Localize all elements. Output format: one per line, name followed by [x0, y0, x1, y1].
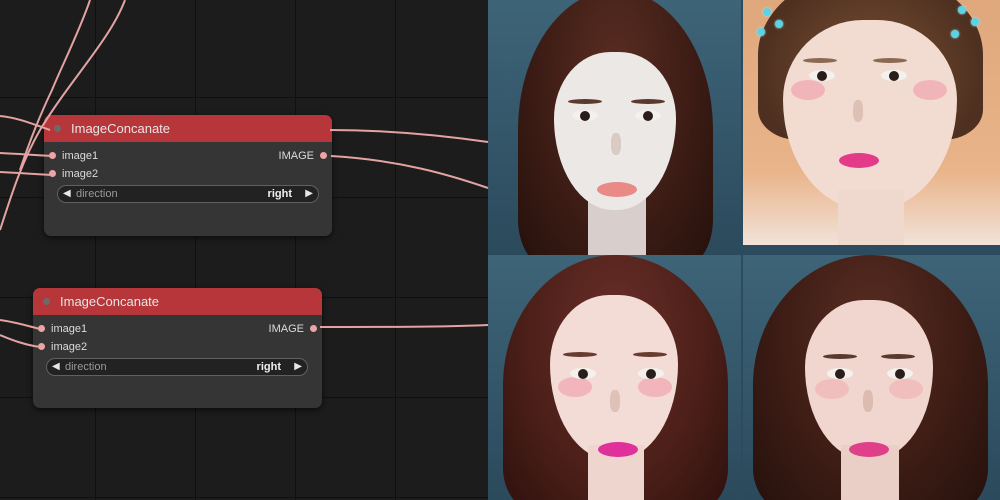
preview-photo-2 [743, 0, 1000, 245]
photo-brow [568, 99, 602, 104]
photo-brow [881, 354, 915, 359]
flower-decoration [951, 30, 959, 38]
photo-blush [558, 377, 592, 397]
photo-nose [863, 390, 873, 412]
input-label: image1 [62, 150, 99, 162]
node-header[interactable]: ImageConcanate [33, 288, 322, 315]
left-arrow-icon[interactable]: ◀ [63, 188, 71, 199]
input-label: image2 [51, 341, 88, 353]
left-arrow-icon[interactable]: ◀ [52, 361, 60, 372]
image-preview [488, 0, 1000, 500]
photo-blush [889, 379, 923, 399]
input-slot-image1[interactable]: image1 [47, 149, 98, 163]
preview-photo-3 [488, 255, 741, 500]
photo-eye [809, 70, 835, 81]
node-header[interactable]: ImageConcanate [44, 115, 332, 142]
photo-nose [610, 390, 620, 412]
photo-blush [791, 80, 825, 100]
right-arrow-icon[interactable]: ▶ [294, 361, 302, 372]
flower-decoration [757, 28, 765, 36]
image-concatenate-node-1[interactable]: ImageConcanate image1 image2 IMAGE ◀ dir… [44, 115, 332, 236]
input-label: image1 [51, 323, 88, 335]
input-label: image2 [62, 168, 99, 180]
node-graph-canvas[interactable]: ImageConcanate image1 image2 IMAGE ◀ dir… [0, 0, 488, 500]
node-title: ImageConcanate [60, 294, 160, 309]
photo-brow [633, 352, 667, 357]
photo-lips [597, 182, 637, 197]
photo-neck [838, 190, 904, 245]
photo-eye [887, 368, 913, 379]
photo-face [783, 20, 957, 210]
widget-value: right [267, 188, 292, 200]
photo-eye [572, 110, 598, 121]
flower-decoration [763, 8, 771, 16]
input-dot-icon[interactable] [38, 325, 45, 332]
image-concatenate-node-2[interactable]: ImageConcanate image1 image2 IMAGE ◀ dir… [33, 288, 322, 408]
output-label: IMAGE [278, 150, 314, 162]
input-dot-icon[interactable] [38, 343, 45, 350]
photo-nose [611, 133, 621, 155]
widget-name: direction [65, 361, 107, 373]
output-dot-icon[interactable] [320, 152, 327, 159]
photo-nose [853, 100, 863, 122]
input-slot-image2[interactable]: image2 [47, 167, 98, 181]
flower-decoration [971, 18, 979, 26]
input-dot-icon[interactable] [49, 152, 56, 159]
output-label: IMAGE [268, 323, 304, 335]
photo-eye [827, 368, 853, 379]
photo-brow [631, 99, 665, 104]
preview-photo-4 [743, 255, 1000, 500]
photo-eye [570, 368, 596, 379]
collapse-dot-icon[interactable] [43, 298, 50, 305]
flower-decoration [958, 6, 966, 14]
photo-lips [598, 442, 638, 457]
photo-eye [635, 110, 661, 121]
right-arrow-icon[interactable]: ▶ [305, 188, 313, 199]
widget-name: direction [76, 188, 118, 200]
node-title: ImageConcanate [71, 121, 171, 136]
photo-eye [638, 368, 664, 379]
input-slot-image2[interactable]: image2 [36, 340, 87, 354]
widget-value: right [256, 361, 281, 373]
output-slot-image[interactable]: IMAGE [269, 322, 319, 336]
input-slot-image1[interactable]: image1 [36, 322, 87, 336]
photo-brow [563, 352, 597, 357]
photo-brow [823, 354, 857, 359]
direction-combo[interactable]: ◀ direction right ▶ [57, 185, 319, 203]
output-dot-icon[interactable] [310, 325, 317, 332]
flower-decoration [775, 20, 783, 28]
photo-eye [881, 70, 907, 81]
photo-lips [849, 442, 889, 457]
photo-blush [913, 80, 947, 100]
photo-brow [803, 58, 837, 63]
photo-blush [815, 379, 849, 399]
output-slot-image[interactable]: IMAGE [279, 149, 329, 163]
direction-combo[interactable]: ◀ direction right ▶ [46, 358, 308, 376]
photo-lips [839, 153, 879, 168]
photo-brow [873, 58, 907, 63]
photo-blush [638, 377, 672, 397]
input-dot-icon[interactable] [49, 170, 56, 177]
collapse-dot-icon[interactable] [54, 125, 61, 132]
preview-photo-1 [488, 0, 741, 255]
